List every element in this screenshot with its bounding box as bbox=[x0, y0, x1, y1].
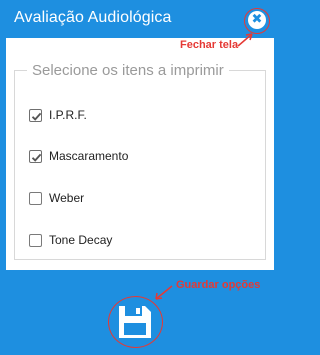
weber-label: Weber bbox=[49, 191, 85, 205]
iprf-checkbox[interactable] bbox=[29, 109, 42, 122]
iprf-label: I.P.R.F. bbox=[49, 108, 87, 122]
window-title: Avaliação Audiológica bbox=[14, 9, 172, 26]
annotation-close-label: Fechar tela bbox=[180, 39, 239, 51]
print-options-legend: Selecione os itens a imprimir bbox=[32, 62, 224, 79]
mascaramento-label: Mascaramento bbox=[49, 149, 129, 163]
close-button[interactable]: ✖ bbox=[248, 11, 266, 29]
title-bar: Avaliação Audiológica bbox=[0, 0, 280, 38]
close-icon: ✖ bbox=[251, 12, 263, 27]
check-icon bbox=[31, 153, 42, 162]
mascaramento-checkbox[interactable] bbox=[29, 150, 42, 163]
annotation-save-label: Guardar opções bbox=[176, 279, 261, 291]
save-button[interactable] bbox=[118, 305, 152, 339]
check-icon bbox=[31, 112, 42, 121]
weber-checkbox[interactable] bbox=[29, 192, 42, 205]
tone-decay-label: Tone Decay bbox=[49, 233, 113, 247]
tone-decay-checkbox[interactable] bbox=[29, 234, 42, 247]
floppy-disk-icon bbox=[119, 306, 151, 338]
